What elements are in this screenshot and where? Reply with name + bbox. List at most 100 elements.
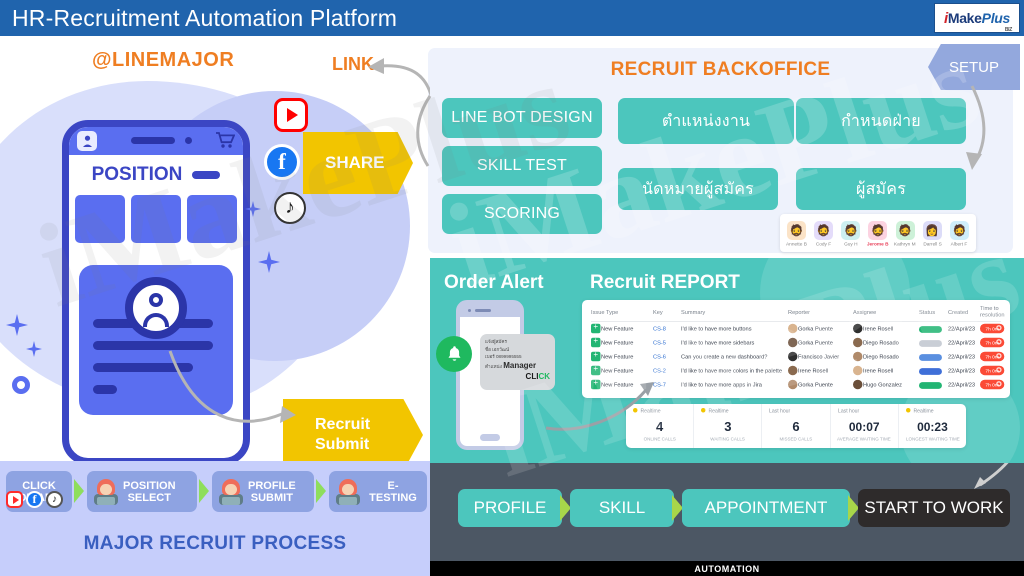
youtube-icon[interactable] xyxy=(274,98,308,132)
phone-screen-title-row: POSITION xyxy=(69,155,243,195)
cell-time-to-resolution: 7h 0m xyxy=(980,378,1005,392)
cell-issue-type: + New Feature xyxy=(591,364,653,378)
automation-step-skill[interactable]: SKILL xyxy=(570,489,674,527)
logo-make-text: Make xyxy=(947,9,982,26)
applicant-avatar[interactable]: 👩 Darrell S xyxy=(921,220,943,246)
footer-left-filler xyxy=(0,561,430,576)
person-icon xyxy=(82,135,92,147)
tiktok-icon[interactable]: ♪ xyxy=(274,192,306,224)
cell-time-to-resolution: 7h 0m xyxy=(980,350,1005,364)
applicant-avatar[interactable]: 🧔 Annette B xyxy=(786,220,808,246)
automation-footer: AUTOMATION xyxy=(430,561,1024,576)
title-accent-bar xyxy=(192,171,221,179)
stat-label: LONGEST WAITING TIME xyxy=(905,435,960,442)
ring-icon xyxy=(12,376,30,394)
cell-assignee: Irene Rosell xyxy=(853,364,919,378)
avatar-name: Kathryn M xyxy=(894,240,916,247)
avatar-name: Albert F xyxy=(951,240,968,247)
button-skill-test[interactable]: SKILL TEST xyxy=(442,146,602,186)
process-step-position-select[interactable]: POSITION SELECT xyxy=(87,471,197,512)
phone-text-line xyxy=(93,385,117,394)
stat-label: MISSED CALLS xyxy=(779,436,813,442)
cell-status xyxy=(918,378,948,392)
recruit-report-panel: Order Alert Recruit REPORT แจ้งผู้สมัคร … xyxy=(430,258,1024,463)
cell-time-to-resolution: 7h 0m xyxy=(980,322,1005,336)
avatar-name: Cody F xyxy=(816,240,832,247)
line-handle-label: @LINEMAJOR xyxy=(92,49,235,71)
stat-value: 00:23 xyxy=(917,419,948,434)
facebook-icon[interactable]: f xyxy=(26,491,43,508)
cart-icon xyxy=(215,132,236,153)
stat-tag: Last hour xyxy=(837,408,859,414)
button-line-bot-design[interactable]: LINE BOT DESIGN xyxy=(442,98,602,138)
stat-label: AVERAGE WAITING TIME xyxy=(837,435,892,442)
table-row[interactable]: + New Feature CS-2 I'd like to have more co… xyxy=(591,364,1005,378)
cell-created: 22/April/23 xyxy=(947,353,975,361)
cell-reporter: Irene Rosell xyxy=(787,364,854,378)
process-step-e-testing[interactable]: E-TESTING xyxy=(329,471,427,512)
avatar xyxy=(77,131,97,151)
cell-status xyxy=(918,364,948,378)
button-scoring[interactable]: SCORING xyxy=(442,194,602,234)
cell-summary: I'd like to have more colors in the pale… xyxy=(681,367,783,375)
automation-step-profile[interactable]: PROFILE xyxy=(458,489,562,527)
toast-line-1: แจ้งผู้สมัคร xyxy=(485,339,507,344)
stat-value: 00:07 xyxy=(848,419,880,434)
facebook-icon[interactable]: f xyxy=(264,144,300,180)
applicant-avatar[interactable]: 🧔 Kathryn M xyxy=(894,220,916,247)
cell-key: CS-5 xyxy=(652,339,666,347)
recruit-backoffice-panel: RECRUIT BACKOFFICE LINE BOT DESIGN SKILL… xyxy=(428,48,1013,253)
recruit-submit-line2: Submit xyxy=(315,436,370,453)
button-job-position[interactable]: ตำแหน่งงาน xyxy=(618,98,794,144)
recruit-submit-line1: Recruit xyxy=(315,416,371,433)
step-line2: SUBMIT xyxy=(250,491,293,504)
avatar: 🧔 xyxy=(895,220,915,240)
avatar-name: Jerome B xyxy=(867,240,889,247)
toast-role-prefix: ตำแหน่ง xyxy=(485,363,502,369)
phone-camera xyxy=(468,309,471,312)
button-applicants[interactable]: ผู้สมัคร xyxy=(796,168,966,210)
button-define-department[interactable]: กำหนดฝ่าย xyxy=(796,98,966,144)
button-applicant-appointment[interactable]: นัดหมายผู้สมัคร xyxy=(618,168,778,210)
candidate-avatar-icon xyxy=(93,478,119,505)
youtube-icon[interactable] xyxy=(6,491,23,508)
cell-assignee: Hugo Gonzalez xyxy=(853,378,919,392)
chevron-right-icon xyxy=(316,479,326,503)
major-recruit-process: CLICK ON ADS f ♪ POSITION SELECT xyxy=(0,461,430,576)
applicant-avatar[interactable]: 🧔 Guy H xyxy=(840,220,862,246)
step-line1: PROFILE xyxy=(248,479,296,492)
automation-step-start-to-work[interactable]: START TO WORK xyxy=(858,489,1010,527)
toast-click-label[interactable]: CLICK xyxy=(485,372,550,381)
phone-spacer xyxy=(69,243,243,265)
alert-phone-status-bar xyxy=(460,304,520,317)
process-step-profile-submit[interactable]: PROFILE SUBMIT xyxy=(212,471,314,512)
applicant-avatar[interactable]: 🧔 Albert F xyxy=(948,220,970,247)
table-row[interactable]: + New Feature CS-5 I'd like to have more si… xyxy=(591,336,1005,350)
avatar: 🧔 xyxy=(841,220,861,240)
cell-issue-type: + New Feature xyxy=(591,350,653,364)
table-header-row: Issue Type Key Summary Reporter Assignee Stat… xyxy=(591,304,1009,325)
automation-step-appointment[interactable]: APPOINTMENT xyxy=(682,489,850,527)
stat-label: WAITING CALLS xyxy=(710,436,746,442)
stat-card: Last hour 6 MISSED CALLS xyxy=(762,404,831,448)
slide-root: HR-Recruitment Automation Platform iMake… xyxy=(0,0,1024,576)
cell-issue-type: + New Feature xyxy=(591,336,653,350)
share-arrow-button[interactable]: SHARE xyxy=(303,132,413,194)
applicant-avatar[interactable]: 🧔 Jerome B xyxy=(867,220,889,247)
cell-assignee: Diego Rosado xyxy=(853,336,919,350)
page-title: HR-Recruitment Automation Platform xyxy=(12,4,398,31)
backoffice-left-arrow-icon xyxy=(416,95,432,167)
applicant-avatar[interactable]: 🧔 Cody F xyxy=(813,220,835,247)
logo-plus-text: Plus xyxy=(981,9,1011,26)
phone-cards-row xyxy=(69,195,243,243)
stat-card: Last hour 00:07 AVERAGE WAITING TIME xyxy=(831,404,899,448)
cell-summary: Can you create a new dashboard? xyxy=(681,353,768,361)
cell-key: CS-2 xyxy=(652,367,666,375)
logo-biz-text: BIZ xyxy=(1004,26,1013,33)
table-row[interactable]: + New Feature CS-6 Can you create a new das… xyxy=(591,350,1005,364)
cell-created: 22/April/23 xyxy=(947,367,975,375)
phone-screen-title: POSITION xyxy=(91,164,183,185)
alert-to-report-arrow-icon xyxy=(545,382,654,431)
tiktok-icon[interactable]: ♪ xyxy=(46,491,63,508)
cell-time-to-resolution: 7h 0m xyxy=(980,364,1005,378)
